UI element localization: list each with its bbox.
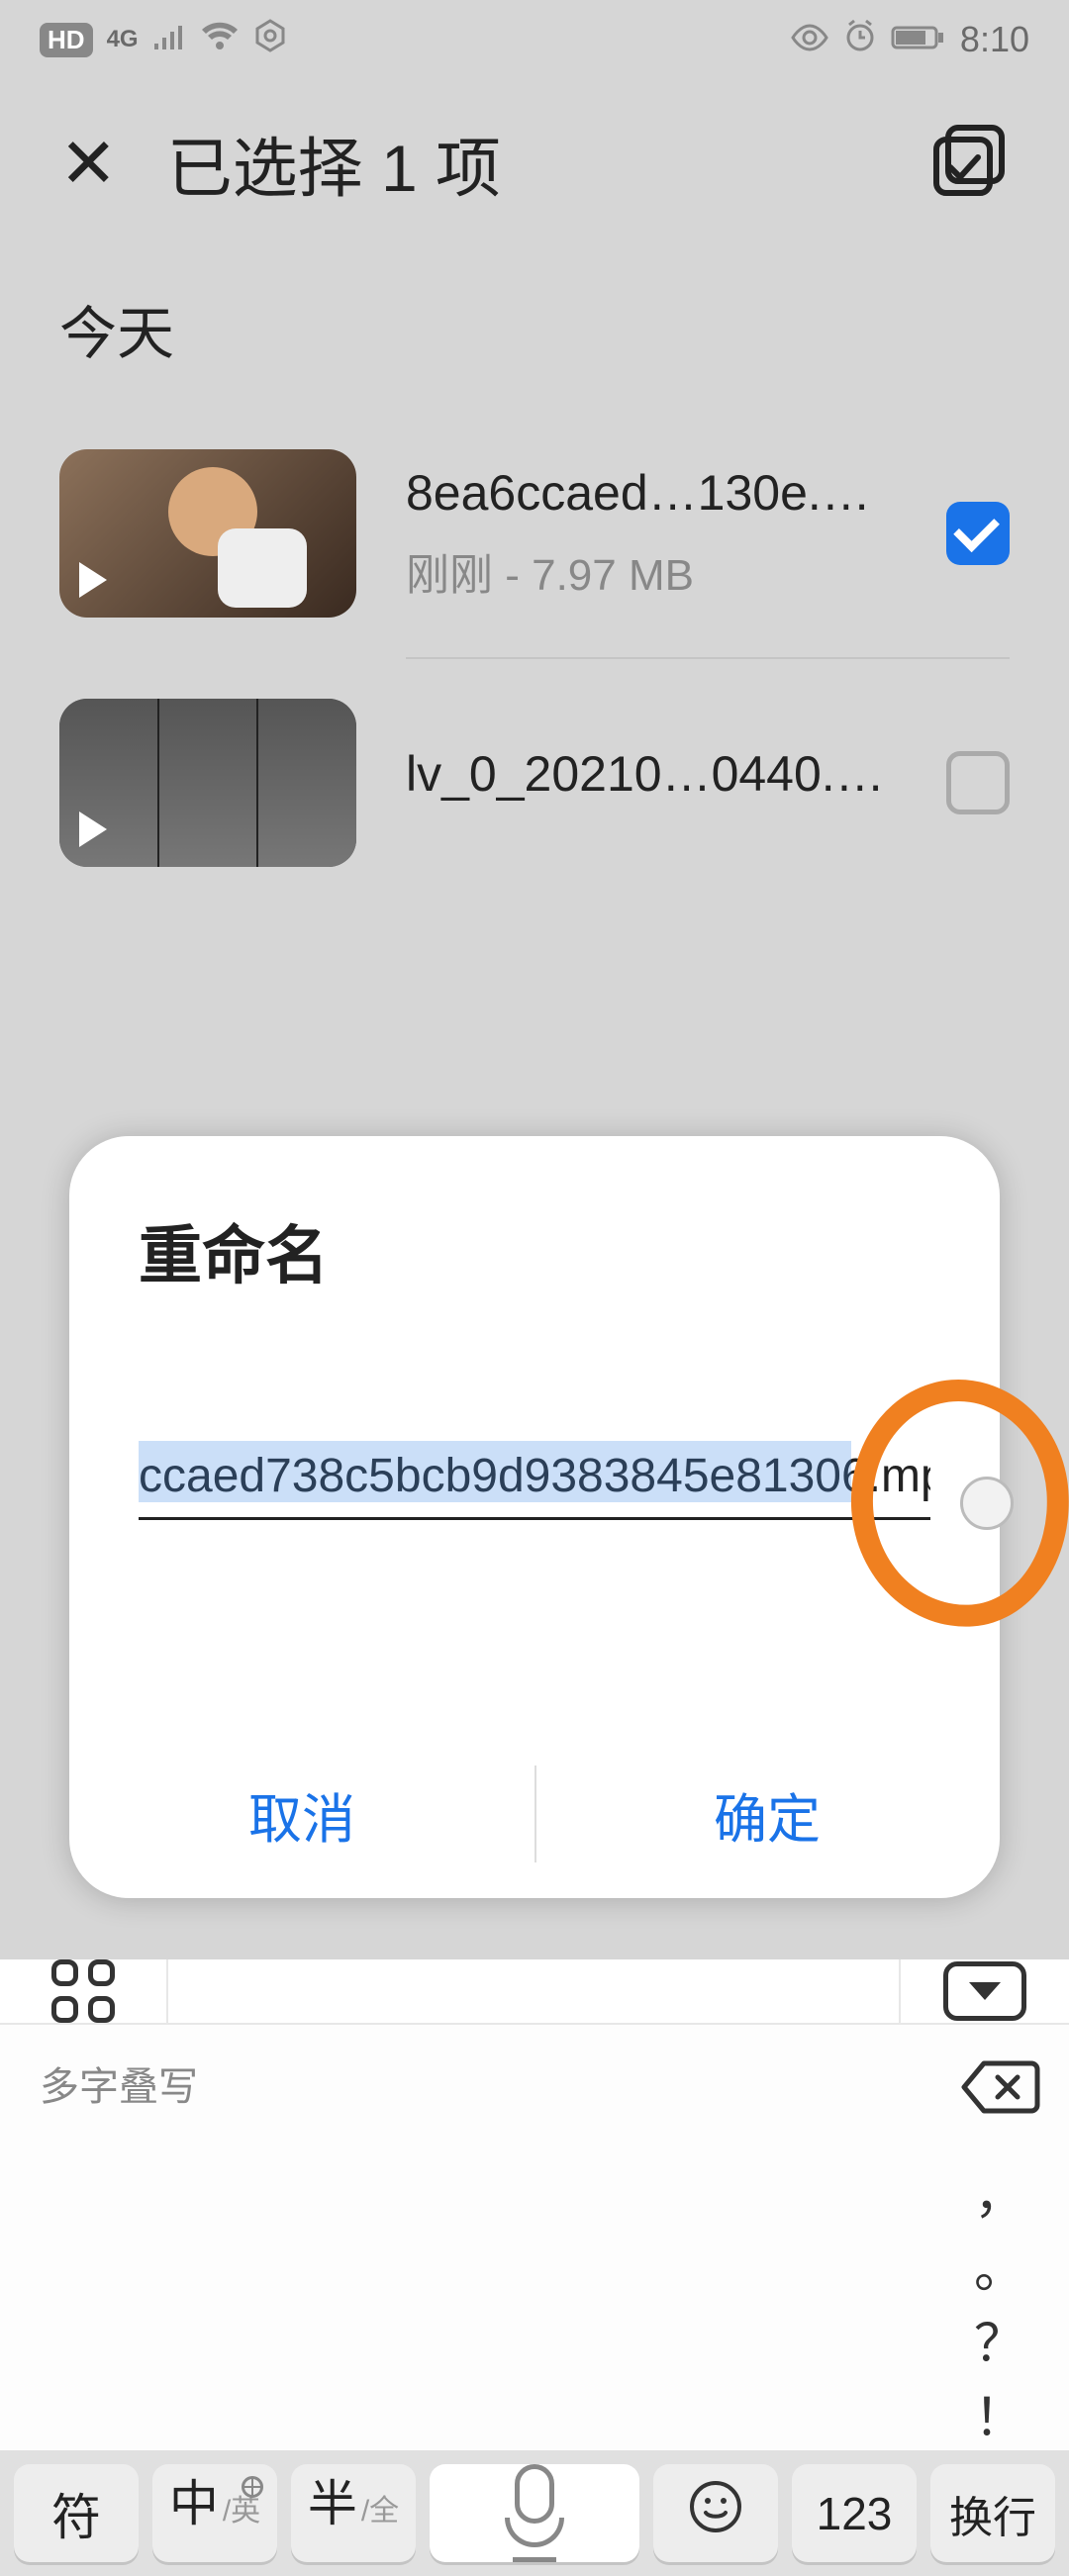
globe-icon	[242, 2476, 263, 2498]
mic-icon	[505, 2464, 564, 2562]
space-key[interactable]	[430, 2464, 639, 2562]
keyboard-toolbar	[0, 1959, 1069, 2025]
selection-handle-icon[interactable]	[960, 1477, 1014, 1530]
punct-key-comma[interactable]: ，	[974, 2153, 1025, 2228]
candidate-bar[interactable]	[168, 1959, 901, 2023]
width-main-label: 半	[308, 2464, 357, 2535]
dialog-title: 重命名	[139, 1205, 930, 1296]
confirm-button[interactable]: 确定	[534, 1730, 1000, 1898]
ime-keyboard: 多字叠写 ， 。 ？ ！ 符 中 /英 半 /全	[0, 1959, 1069, 2316]
cancel-button[interactable]: 取消	[69, 1730, 534, 1898]
backspace-key[interactable]	[930, 2025, 1069, 2153]
punct-key-period[interactable]: 。	[974, 2228, 1025, 2302]
smile-icon	[688, 2479, 743, 2547]
handwriting-hint: 多字叠写	[40, 2054, 891, 2112]
numeric-key[interactable]: 123	[792, 2464, 917, 2562]
punct-key-exclaim[interactable]: ！	[974, 2376, 1025, 2450]
rename-dialog: 重命名 取消 确定	[69, 1136, 1000, 1898]
keyboard-bottom-row: 符 中 /英 半 /全 123 换行	[0, 2450, 1069, 2576]
punct-key-question[interactable]: ？	[974, 2302, 1025, 2376]
enter-key[interactable]: 换行	[930, 2464, 1055, 2562]
lang-main-label: 中	[169, 2464, 219, 2535]
symbol-key[interactable]: 符	[14, 2464, 139, 2562]
width-sub-label: /全	[361, 2486, 399, 2529]
handwriting-area[interactable]: 多字叠写	[0, 2025, 930, 2450]
chevron-down-icon	[943, 1961, 1026, 2021]
width-toggle-key[interactable]: 半 /全	[291, 2464, 416, 2562]
backspace-icon	[958, 2057, 1041, 2122]
keyboard-collapse-button[interactable]	[901, 1961, 1069, 2021]
text-selection-highlight	[139, 1441, 851, 1502]
language-toggle-key[interactable]: 中 /英	[152, 2464, 277, 2562]
emoji-key[interactable]	[653, 2464, 778, 2562]
keyboard-apps-button[interactable]	[0, 1959, 168, 2023]
apps-grid-icon	[51, 1959, 115, 2023]
